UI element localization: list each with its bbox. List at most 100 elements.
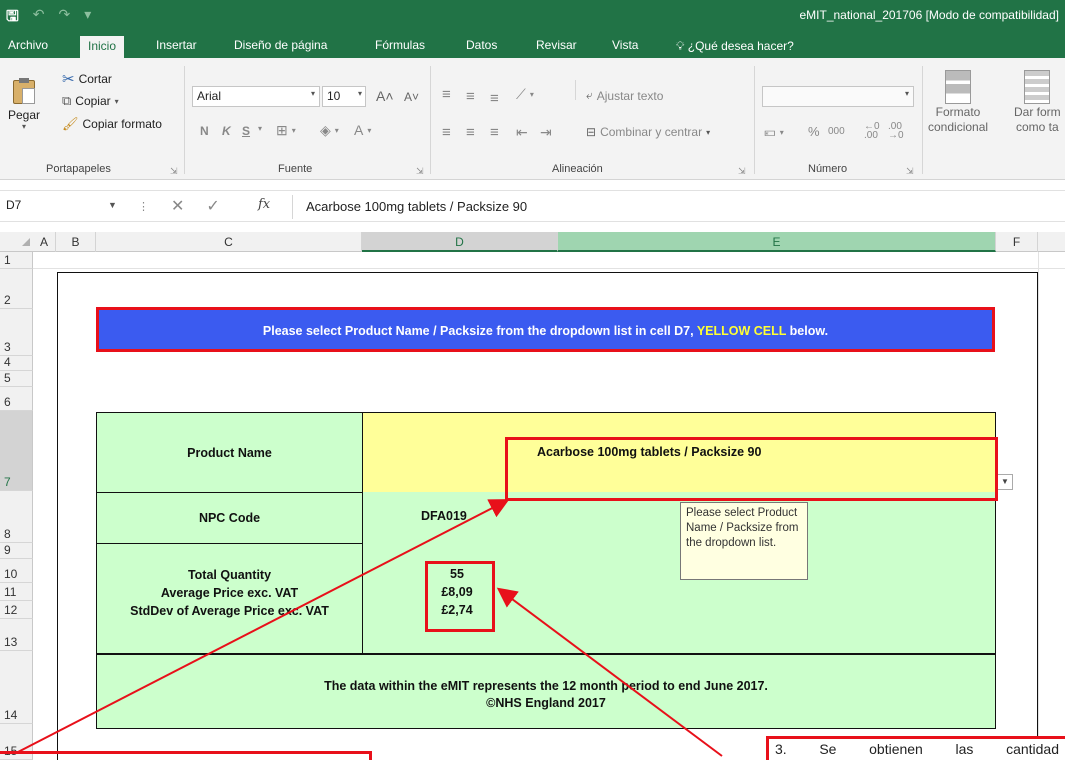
merge-center-button[interactable]: ⊟ Combinar y centrar ▾ [586, 125, 710, 139]
npc-code-label-cell[interactable]: NPC Code [96, 492, 363, 544]
note-word-1: Se [819, 741, 837, 757]
redo-icon[interactable]: ↷ [59, 6, 71, 31]
increase-font-size-button[interactable]: A˄ [376, 88, 394, 104]
column-header-c[interactable]: C [96, 232, 362, 252]
formula-bar-separator [292, 195, 293, 219]
tell-me-label: ¿Qué desea hacer? [687, 39, 794, 53]
row-header-1[interactable]: 1 [0, 252, 33, 269]
thousands-format-button[interactable]: 000 [828, 126, 845, 137]
checkmark-icon[interactable]: ✓ [206, 196, 219, 216]
chevron-down-icon[interactable]: ▼ [108, 200, 117, 210]
column-header-a[interactable]: A [33, 232, 56, 252]
align-right-button[interactable]: ≡ [490, 124, 499, 141]
paste-button[interactable]: Pegar ▾ [8, 78, 40, 131]
wrap-text-icon: ⤶ [586, 88, 593, 102]
font-color-button[interactable]: A ▾ [354, 122, 371, 138]
row-header-10[interactable]: 10 [0, 559, 33, 583]
row-header-4[interactable]: 4 [0, 355, 33, 371]
tab-datos[interactable]: Datos [458, 35, 505, 58]
row-header-13[interactable]: 13 [0, 619, 33, 651]
tab-formulas[interactable]: Fórmulas [367, 35, 433, 58]
align-bottom-button[interactable]: ≡ [490, 90, 499, 107]
tab-revisar[interactable]: Revisar [528, 35, 585, 58]
formula-input[interactable]: Acarbose 100mg tablets / Packsize 90 [306, 199, 527, 214]
column-header-f[interactable]: F [996, 232, 1038, 252]
annotation-note-box-right: 3. Se obtienen las cantidad [766, 736, 1065, 760]
conditional-format-button[interactable]: Formato condicional [928, 70, 988, 134]
number-format-select[interactable]: ▾ [762, 86, 914, 107]
dialog-launcher-icon[interactable]: ⇲ [906, 166, 914, 177]
formula-bar: D7 ▼ ⋮ ✕ ✓ fx Acarbose 100mg tablets / P… [0, 190, 1065, 222]
format-as-table-button[interactable]: Dar form como ta [1014, 70, 1061, 134]
underline-dropdown[interactable]: ▾ [258, 124, 262, 133]
name-box[interactable]: D7 [6, 198, 116, 218]
paintbrush-icon: 🖌︎ [62, 116, 79, 131]
format-painter-button[interactable]: 🖌︎ Copiar formato [62, 116, 162, 132]
increase-decimal-button[interactable]: ←0.00 [864, 122, 880, 141]
column-header-b[interactable]: B [56, 232, 96, 252]
align-center-icon: ≡ [466, 124, 475, 141]
align-middle-button[interactable]: ≡ [466, 88, 475, 105]
dialog-launcher-icon[interactable]: ⇲ [170, 166, 178, 177]
undo-icon[interactable]: ↶ [33, 6, 45, 31]
cut-button[interactable]: ✂ Cortar [62, 70, 112, 88]
chevron-down-icon: ▾ [904, 89, 909, 98]
font-size-select[interactable]: 10 ▾ [322, 86, 366, 107]
align-left-button[interactable]: ≡ [442, 124, 451, 141]
insert-function-button[interactable]: fx [258, 197, 270, 212]
tell-me-search[interactable]: 💡︎ ¿Qué desea hacer? [676, 39, 794, 54]
select-all-icon[interactable] [22, 238, 30, 246]
row-header-2[interactable]: 2 [0, 269, 33, 309]
decrease-decimal-button[interactable]: .00 →0 [888, 122, 904, 141]
align-center-button[interactable]: ≡ [466, 124, 475, 141]
fill-color-button[interactable]: ◈ ▾ [320, 122, 339, 139]
decrease-font-size-button[interactable]: A˅ [404, 90, 419, 104]
cancel-icon[interactable]: ✕ [171, 196, 184, 216]
align-middle-icon: ≡ [466, 88, 475, 105]
underline-button[interactable]: S [242, 124, 250, 138]
wrap-text-button[interactable]: ⤶ Ajustar texto [586, 88, 663, 103]
tab-insertar[interactable]: Insertar [148, 35, 205, 58]
font-family-select[interactable]: Arial ▾ [192, 86, 320, 107]
decrease-indent-button[interactable]: ⇤ [516, 124, 528, 141]
row-header-7[interactable]: 7 [0, 411, 33, 491]
orientation-icon: ⟋ [516, 86, 526, 102]
row-header-5[interactable]: 5 [0, 371, 33, 387]
bold-button[interactable]: N [200, 124, 209, 138]
decrease-indent-icon: ⇤ [516, 124, 528, 140]
align-top-button[interactable]: ≡ [442, 86, 451, 103]
tab-inicio[interactable]: Inicio [80, 36, 125, 59]
row-header-12[interactable]: 12 [0, 601, 33, 619]
copy-button[interactable]: ⧉ Copiar ▾ [62, 93, 119, 109]
borders-button[interactable]: ⊞ ▾ [276, 122, 296, 139]
customize-toolbar-icon[interactable]: ▾ [84, 6, 91, 31]
row-header-11[interactable]: 11 [0, 583, 33, 601]
dialog-launcher-icon[interactable]: ⇲ [738, 166, 746, 177]
column-header-e[interactable]: E [558, 232, 996, 252]
percent-format-button[interactable]: % [808, 124, 820, 139]
row-header-14[interactable]: 14 [0, 651, 33, 724]
increase-indent-button[interactable]: ⇥ [540, 124, 552, 141]
currency-format-button[interactable]: 💶︎ ▾ [764, 124, 784, 140]
save-icon[interactable]: 🖫 [6, 6, 19, 31]
orientation-button[interactable]: ⟋ ▾ [516, 86, 534, 103]
dropdown-arrow-icon[interactable]: ▼ [997, 474, 1013, 490]
product-name-label-cell[interactable]: Product Name [96, 412, 363, 493]
annotation-product-box [505, 437, 998, 501]
tab-diseno-pagina[interactable]: Diseño de página [226, 35, 335, 58]
column-header-d[interactable]: D [362, 232, 558, 252]
chevron-down-icon: ▾ [114, 96, 119, 106]
italic-button[interactable]: K [222, 124, 231, 138]
group-label-number: Número [808, 163, 848, 175]
formula-bar-buttons: ⋮ ✕ ✓ [138, 196, 220, 216]
tab-archivo[interactable]: Archivo [0, 35, 56, 58]
dialog-launcher-icon[interactable]: ⇲ [416, 166, 424, 177]
row-header-9[interactable]: 9 [0, 543, 33, 559]
row-header-3[interactable]: 3 [0, 309, 33, 356]
footer-note-cell[interactable]: The data within the eMIT represents the … [96, 654, 996, 729]
row-header-6[interactable]: 6 [0, 387, 33, 411]
tab-vista[interactable]: Vista [604, 35, 646, 58]
row-header-8[interactable]: 8 [0, 491, 33, 543]
stats-label-cell[interactable]: Total Quantity Average Price exc. VAT St… [96, 543, 363, 654]
merge-cells-icon: ⊟ [586, 125, 597, 139]
